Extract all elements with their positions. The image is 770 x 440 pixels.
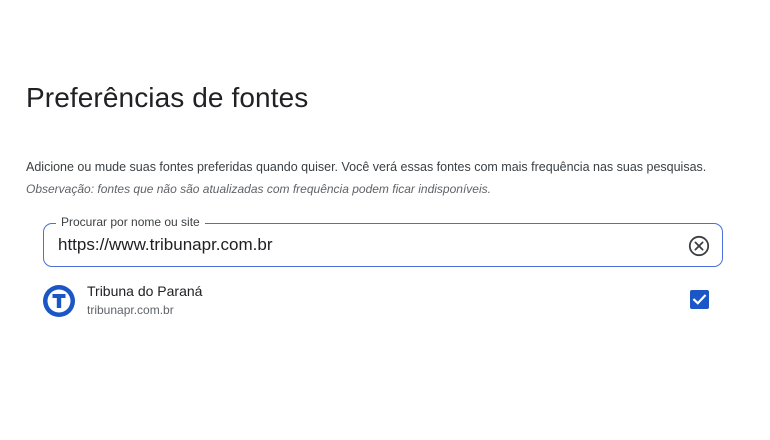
result-domain: tribunapr.com.br [87, 303, 174, 317]
result-name: Tribuna do Paraná [87, 283, 203, 299]
note-prefix: Observação: [26, 182, 95, 196]
tribuna-logo-icon [43, 285, 75, 317]
clear-search-button[interactable] [688, 235, 710, 257]
list-item[interactable]: Tribuna do Paraná tribunapr.com.br [43, 282, 723, 322]
search-field[interactable]: Procurar por nome ou site [43, 215, 723, 267]
page-note: Observação: fontes que não são atualizad… [26, 182, 491, 196]
page-title: Preferências de fontes [26, 82, 309, 113]
source-preferences-page: Preferências de fontes Adicione ou mude … [0, 0, 770, 440]
select-source-checkbox[interactable] [690, 290, 709, 309]
page-description: Adicione ou mude suas fontes preferidas … [26, 160, 707, 174]
note-text: fontes que não são atualizadas com frequ… [94, 182, 491, 196]
search-input[interactable] [58, 233, 658, 257]
search-field-label: Procurar por nome ou site [56, 215, 205, 229]
clear-circle-x-icon [688, 235, 710, 257]
check-icon [692, 294, 707, 305]
